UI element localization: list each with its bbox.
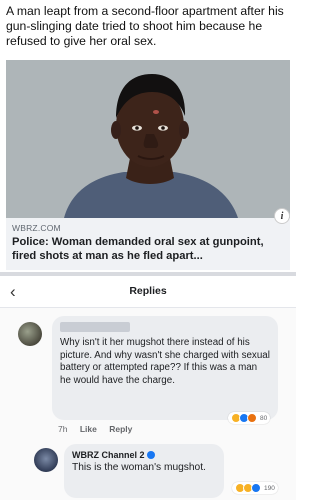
- link-source: WBRZ.COM: [12, 223, 61, 233]
- reply-author[interactable]: WBRZ Channel 2: [72, 450, 216, 460]
- reply-button[interactable]: Reply: [109, 424, 132, 434]
- comment-thread: Why isn't it her mugshot there instead o…: [0, 308, 296, 500]
- redacted-name: [60, 322, 130, 332]
- mugshot-photo[interactable]: [6, 60, 290, 218]
- like-reaction-icon: [251, 483, 261, 493]
- link-preview-card[interactable]: WBRZ.COM Police: Woman demanded oral sex…: [6, 218, 290, 270]
- reply-author-name[interactable]: WBRZ Channel 2: [72, 450, 145, 460]
- reply-text: This is the woman's mugshot.: [72, 462, 206, 473]
- comment-text: Why isn't it her mugshot there instead o…: [60, 337, 270, 386]
- comment-actions: 7h Like Reply: [58, 424, 142, 434]
- replies-header: ‹ Replies: [0, 276, 296, 308]
- replies-title: Replies: [129, 285, 167, 297]
- reply-bubble: WBRZ Channel 2 This is the woman's mugsh…: [64, 444, 224, 498]
- link-title[interactable]: Police: Woman demanded oral sex at gunpo…: [12, 236, 284, 263]
- reaction-summary[interactable]: 80: [228, 412, 271, 424]
- comment-bubble: Why isn't it her mugshot there instead o…: [52, 316, 278, 420]
- reaction-summary[interactable]: 190: [232, 482, 278, 494]
- avatar[interactable]: [34, 448, 58, 472]
- reaction-count: 80: [260, 414, 268, 422]
- info-icon[interactable]: i: [274, 208, 290, 224]
- post-headline: A man leapt from a second-floor apartmen…: [6, 4, 284, 48]
- avatar[interactable]: [18, 322, 42, 346]
- reaction-count: 190: [264, 484, 275, 492]
- verified-badge-icon: [146, 451, 155, 459]
- like-button[interactable]: Like: [80, 424, 97, 434]
- comment-timestamp: 7h: [58, 424, 68, 434]
- angry-reaction-icon: [247, 413, 257, 423]
